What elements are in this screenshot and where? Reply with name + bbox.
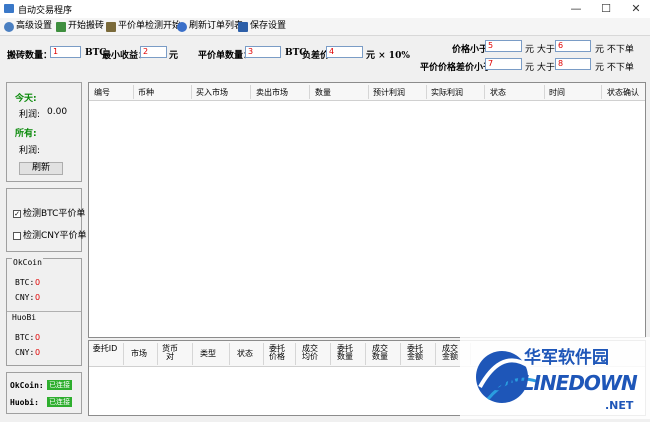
- col-currency[interactable]: 币种: [138, 87, 154, 98]
- title-bar: 自动交易程序 — ☐ ✕: [0, 0, 650, 19]
- check-btc-checkbox[interactable]: ✓: [13, 209, 21, 218]
- refresh-stats-button[interactable]: 刷新: [19, 162, 63, 175]
- diff-below-input[interactable]: 7: [485, 58, 522, 70]
- maximize-button[interactable]: ☐: [592, 0, 620, 18]
- diff-greater-label: 元 大于: [525, 63, 555, 73]
- okcoin-group-label: OkCoin: [12, 258, 43, 267]
- col-filled-amount[interactable]: 成交金额: [440, 345, 460, 361]
- connection-panel: OkCoin: 已连接 Huobi: 已连接: [6, 372, 82, 414]
- minimize-button[interactable]: —: [562, 0, 590, 18]
- orders-table[interactable]: 编号 币种 买入市场 卖出市场 数量 预计利润 实际利润 状态 时间 状态确认: [88, 82, 646, 338]
- window-title: 自动交易程序: [18, 6, 73, 16]
- col-expected-profit[interactable]: 预计利润: [373, 87, 405, 98]
- close-button[interactable]: ✕: [622, 0, 650, 18]
- col-filled-qty[interactable]: 成交数量: [370, 345, 390, 361]
- col-id[interactable]: 编号: [94, 87, 110, 98]
- col-amount[interactable]: 数量: [315, 87, 331, 98]
- grid-icon: [56, 21, 66, 32]
- today-label: 今天:: [15, 94, 37, 104]
- check-btc-option[interactable]: ✓ 检测BTC平价单: [13, 206, 85, 219]
- check-cny-checkbox[interactable]: [13, 231, 21, 240]
- diff-below-label: 平价价格差价小于: [420, 63, 493, 73]
- col-status[interactable]: 状态: [490, 87, 506, 98]
- huobi-connection-label: Huobi:: [10, 398, 39, 407]
- check-options-panel: ✓ 检测BTC平价单 检测CNY平价单: [6, 188, 87, 252]
- col-buy-market[interactable]: 买入市场: [196, 87, 228, 98]
- min-profit-input[interactable]: 2: [140, 46, 167, 58]
- okcoin-btc-value: 0: [35, 278, 41, 287]
- today-profit-label: 利润:: [19, 110, 41, 120]
- check-cny-option[interactable]: 检测CNY平价单: [13, 228, 87, 241]
- col-avg-price[interactable]: 成交均价: [300, 345, 320, 361]
- no-order-label: 元 不下单: [595, 45, 634, 55]
- brick-amount-label: 搬砖数量：: [7, 51, 53, 61]
- diff-above-input[interactable]: 8: [555, 58, 591, 70]
- yuan-unit-label: 元: [169, 51, 179, 61]
- col-delegation-status[interactable]: 状态: [231, 350, 259, 358]
- neg-diff-suffix: 元 × 10%: [366, 51, 410, 61]
- refresh-icon: [177, 21, 187, 32]
- all-label: 所有:: [15, 129, 37, 139]
- profit-stats-panel: 今天: 利润: 0.00 所有: 利润: 刷新: [6, 82, 82, 182]
- orders-table-header: 编号 币种 买入市场 卖出市场 数量 预计利润 实际利润 状态 时间 状态确认: [89, 83, 645, 101]
- neg-diff-input[interactable]: 4: [326, 46, 363, 58]
- huobi-btc-value: 0: [35, 333, 41, 342]
- col-actual-profit[interactable]: 实际利润: [431, 87, 463, 98]
- huobi-btc-label: BTC:: [15, 333, 35, 342]
- okcoin-connection-label: OkCoin:: [10, 381, 44, 390]
- price-greater-label: 元 大于: [525, 45, 555, 55]
- today-profit-value: 0.00: [47, 107, 68, 117]
- col-order-amount[interactable]: 委托金额: [405, 345, 425, 361]
- app-icon: [4, 4, 14, 13]
- okcoin-cny-label: CNY:: [15, 293, 35, 302]
- col-sell-market[interactable]: 卖出市场: [256, 87, 288, 98]
- watermark-logo: 华军软件园 ONLINEDOWN .NET: [460, 337, 650, 419]
- okcoin-btc-label: BTC:: [15, 278, 35, 287]
- flat-amount-input[interactable]: 3: [245, 46, 281, 58]
- okcoin-connection-status: 已连接: [47, 380, 72, 390]
- col-market[interactable]: 市场: [125, 350, 153, 358]
- save-icon: [238, 21, 248, 32]
- save-settings-button[interactable]: 保存设置: [238, 20, 286, 33]
- huobi-cny-value: 0: [35, 348, 41, 357]
- brick-amount-input[interactable]: 1: [50, 46, 81, 58]
- flat-amount-label: 平价单数量：: [198, 51, 253, 61]
- balances-panel: OkCoin BTC: 0 CNY: 0 HuoBi BTC: 0 CNY: 0: [6, 258, 82, 366]
- col-pair[interactable]: 货币对: [160, 345, 180, 361]
- col-delegation-id[interactable]: 委托ID: [91, 345, 119, 353]
- huobi-connection-status: 已连接: [47, 397, 72, 407]
- gear-icon: [4, 21, 14, 32]
- col-order-qty[interactable]: 委托数量: [335, 345, 355, 361]
- col-time[interactable]: 时间: [549, 87, 565, 98]
- watermark-cn-text: 华军软件园: [524, 348, 609, 368]
- price-below-label: 价格小于: [452, 45, 489, 55]
- no-order-label-2: 元 不下单: [595, 63, 634, 73]
- refresh-orders-button[interactable]: 刷新订单列表: [177, 20, 243, 33]
- balances-divider: [7, 311, 81, 312]
- huobi-group-label: HuoBi: [12, 313, 37, 322]
- list-check-icon: [106, 21, 116, 32]
- watermark-domain-suffix: .NET: [605, 399, 634, 412]
- huobi-cny-label: CNY:: [15, 348, 35, 357]
- all-profit-label: 利润:: [19, 146, 41, 156]
- price-below-input[interactable]: 5: [485, 40, 522, 52]
- col-type[interactable]: 类型: [194, 350, 222, 358]
- toolbar: 高级设置 开始搬砖 平价单检测开始 刷新订单列表 保存设置: [0, 18, 650, 36]
- col-status-confirm[interactable]: 状态确认: [607, 87, 639, 98]
- price-above-input[interactable]: 6: [555, 40, 591, 52]
- start-arbitrage-button[interactable]: 开始搬砖: [56, 20, 104, 33]
- watermark-en-text: ONLINEDOWN: [490, 371, 638, 395]
- col-order-price[interactable]: 委托价格: [267, 345, 287, 361]
- advanced-settings-button[interactable]: 高级设置: [4, 20, 52, 33]
- flat-order-check-button[interactable]: 平价单检测开始: [106, 20, 181, 33]
- okcoin-cny-value: 0: [35, 293, 41, 302]
